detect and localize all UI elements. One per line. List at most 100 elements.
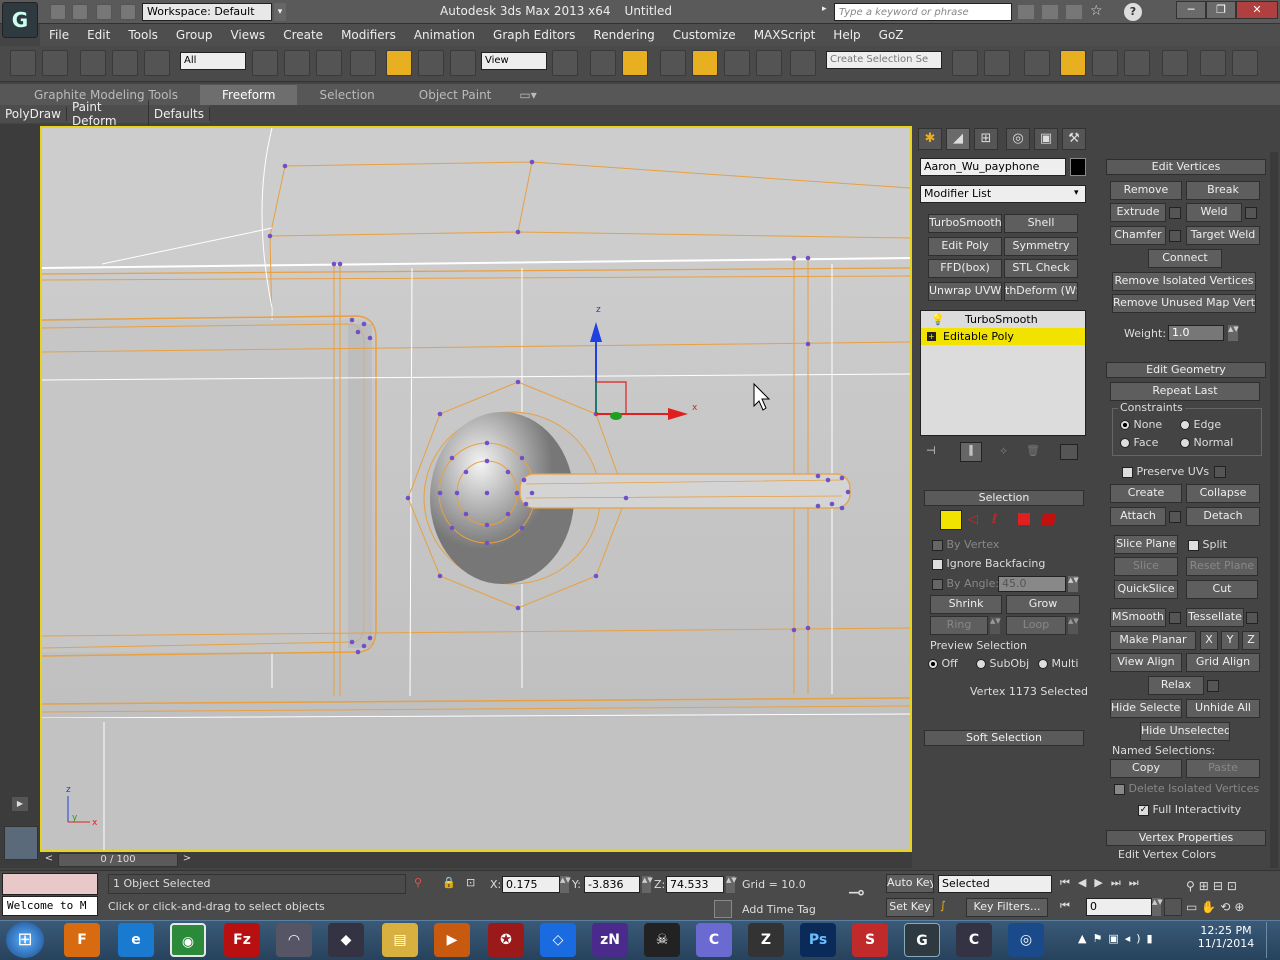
full-interactivity-checkbox[interactable]: ✓ Full Interactivity	[1138, 803, 1241, 816]
break-button[interactable]: Break	[1186, 181, 1260, 200]
angle-field[interactable]: 45.0	[998, 576, 1066, 592]
layer-manager-icon[interactable]	[1024, 50, 1050, 76]
hide-selected-button[interactable]: Hide Selected	[1110, 699, 1182, 718]
workspace-chevron-icon[interactable]: ▾	[274, 3, 286, 21]
constraint-none-radio[interactable]: None	[1120, 418, 1162, 431]
viewport-navigation-icons[interactable]: ⚲⊞⊟⊡ ▭✋⟲⊕	[1186, 876, 1278, 918]
unhide-all-button[interactable]: Unhide All	[1186, 699, 1260, 718]
binoculars-icon[interactable]	[1018, 5, 1034, 19]
add-time-tag[interactable]: Add Time Tag	[742, 903, 816, 916]
menu-customize[interactable]: Customize	[673, 28, 736, 42]
attach-button[interactable]: Attach	[1110, 507, 1166, 526]
open-file-icon[interactable]	[72, 4, 88, 20]
show-desktop-button[interactable]	[1266, 922, 1278, 958]
constraint-normal-dot[interactable]	[1180, 438, 1190, 448]
app-icon-12[interactable]: ☠	[644, 923, 680, 957]
app-icon-19[interactable]: ◎	[1008, 923, 1044, 957]
app-icon-6[interactable]: ◆	[328, 923, 364, 957]
key-mode-toggle-icon[interactable]: ⏮	[1060, 899, 1082, 915]
modifier-pathdeform-button[interactable]: thDeform (WSI	[1004, 282, 1078, 301]
msmooth-settings-icon[interactable]	[1169, 612, 1181, 624]
object-name-field[interactable]: Aaron_Wu_payphone	[920, 158, 1066, 176]
modifier-edit-poly-button[interactable]: Edit Poly	[928, 237, 1002, 256]
edit-vertices-header[interactable]: Edit Vertices	[1106, 159, 1266, 175]
menu-views[interactable]: Views	[230, 28, 265, 42]
key-filters-button[interactable]: Key Filters...	[966, 898, 1048, 917]
set-key-mode-icon[interactable]: ⊸	[848, 880, 876, 908]
tessellate-button[interactable]: Tessellate	[1186, 608, 1244, 627]
select-move-icon[interactable]	[386, 50, 412, 76]
redo-icon[interactable]	[42, 50, 68, 76]
explorer-icon[interactable]: ▤	[382, 923, 418, 957]
full-interactivity-check[interactable]: ✓	[1138, 804, 1149, 816]
unlink-icon[interactable]	[112, 50, 138, 76]
tab-object-paint[interactable]: Object Paint	[397, 88, 514, 102]
key-mode-dropdown[interactable]: Selected	[938, 875, 1052, 893]
photoshop-icon[interactable]: Ps	[800, 923, 836, 957]
preview-off-radio[interactable]: Off	[928, 657, 958, 670]
z-coordinate-field[interactable]: 74.533	[666, 876, 724, 893]
modifier-turbosmooth-button[interactable]: TurboSmooth	[928, 214, 1002, 233]
modify-tab-icon[interactable]: ◢	[946, 128, 970, 150]
make-planar-button[interactable]: Make Planar	[1110, 631, 1196, 650]
select-manipulate-icon[interactable]	[590, 50, 616, 76]
ie-icon[interactable]: e	[118, 923, 154, 957]
grid-align-button[interactable]: Grid Align	[1186, 653, 1260, 672]
selection-filter-dropdown[interactable]: All	[180, 52, 246, 70]
render-setup-icon[interactable]	[1200, 50, 1226, 76]
minimize-button[interactable]: ─	[1176, 1, 1206, 19]
ring-spinner-icon[interactable]: ▲▼	[990, 617, 1001, 634]
help-icon[interactable]: ?	[1124, 3, 1142, 21]
target-weld-button[interactable]: Target Weld	[1186, 226, 1260, 245]
communication-icon[interactable]	[1066, 5, 1082, 19]
configure-modifier-sets-icon[interactable]	[1060, 444, 1078, 460]
viewport-thumbnail-icon[interactable]	[4, 826, 38, 860]
lightbulb-icon[interactable]: 💡	[931, 311, 945, 328]
time-slider[interactable]: 0 / 100	[58, 853, 178, 867]
motion-tab-icon[interactable]: ◎	[1006, 128, 1030, 150]
constraint-face-dot[interactable]	[1120, 438, 1130, 448]
object-color-swatch[interactable]	[1070, 158, 1086, 176]
taskbar-clock[interactable]: 12:25 PM 11/1/2014	[1196, 924, 1256, 950]
percent-snap-icon[interactable]	[724, 50, 750, 76]
copy-button[interactable]: Copy	[1110, 759, 1182, 778]
edit-named-selection-icon[interactable]	[790, 50, 816, 76]
gizmo-x-arrow[interactable]	[668, 408, 688, 420]
vertex-properties-header[interactable]: Vertex Properties	[1106, 830, 1266, 846]
perspective-viewport[interactable]: z x z x y	[40, 126, 912, 852]
constraint-face-radio[interactable]: Face	[1120, 436, 1158, 449]
extrude-button[interactable]: Extrude	[1110, 203, 1166, 222]
menu-modifiers[interactable]: Modifiers	[341, 28, 396, 42]
search-arrow-icon[interactable]: ▸	[822, 4, 832, 20]
app-icon-11[interactable]: zN	[592, 923, 628, 957]
modifier-list-dropdown[interactable]: Modifier List	[920, 185, 1086, 203]
maximize-button[interactable]: ❐	[1206, 1, 1236, 19]
constraint-edge-dot[interactable]	[1180, 420, 1190, 430]
reference-coordinate-dropdown[interactable]: View	[481, 52, 547, 70]
edit-geometry-header[interactable]: Edit Geometry	[1106, 362, 1266, 378]
gizmo-plane-x[interactable]	[596, 381, 627, 414]
app-icon-13[interactable]: C	[696, 923, 732, 957]
angle-snap-icon[interactable]	[692, 50, 718, 76]
schematic-view-icon[interactable]	[1124, 50, 1150, 76]
select-rotate-icon[interactable]	[418, 50, 444, 76]
pin-stack-icon[interactable]: ⊣	[926, 444, 946, 460]
stack-item-editable-poly[interactable]: + Editable Poly	[921, 328, 1085, 345]
play-preview-icon[interactable]: ▶	[12, 797, 28, 811]
modifier-stl-check-button[interactable]: STL Check	[1004, 259, 1078, 278]
modifier-unwrap-uvw-button[interactable]: Unwrap UVW	[928, 282, 1002, 301]
menu-graph-editors[interactable]: Graph Editors	[493, 28, 575, 42]
edge-mode-icon[interactable]: ◁	[968, 512, 984, 528]
time-configuration-icon[interactable]	[1164, 898, 1182, 916]
menu-animation[interactable]: Animation	[414, 28, 475, 42]
delete-isolated-checkbox[interactable]: Delete Isolated Vertices	[1114, 782, 1259, 795]
preview-subobj-radio[interactable]: SubObj	[976, 657, 1029, 670]
snaps-toggle-icon[interactable]	[660, 50, 686, 76]
stack-item-turbosmooth[interactable]: 💡 TurboSmooth	[921, 311, 1085, 328]
element-mode-icon[interactable]	[1040, 513, 1057, 525]
auto-key-button[interactable]: Auto Key	[886, 874, 934, 893]
frame-spinner-icon[interactable]: ▲▼	[1152, 898, 1163, 916]
reset-plane-button[interactable]: Reset Plane	[1186, 557, 1258, 576]
material-editor-icon[interactable]	[1162, 50, 1188, 76]
weld-button[interactable]: Weld	[1186, 203, 1242, 222]
